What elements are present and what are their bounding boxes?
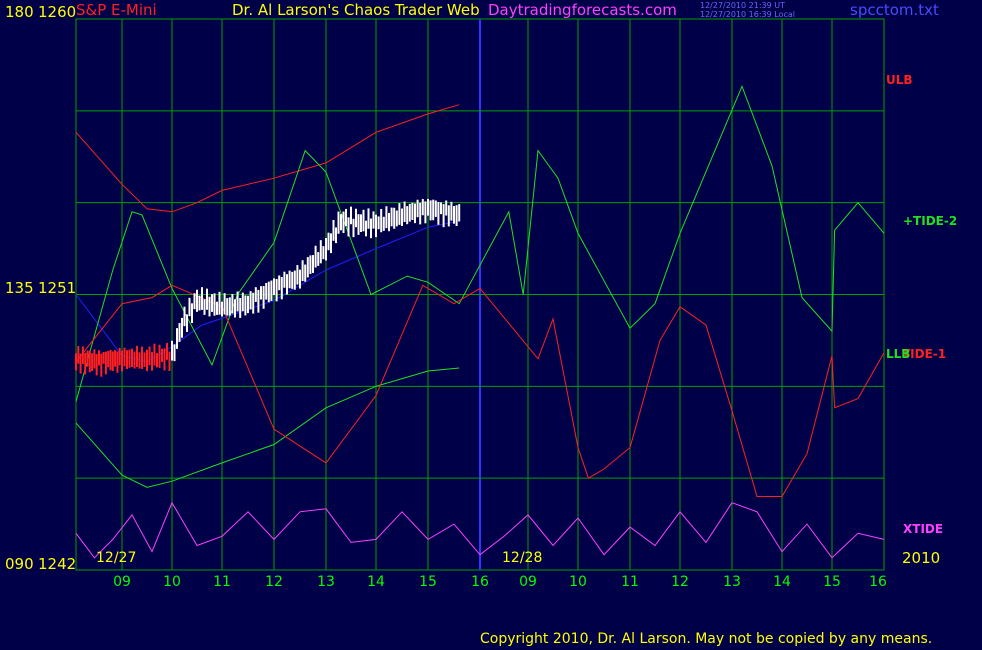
x-tick-label: 11 <box>621 574 639 590</box>
year-label: 2010 <box>902 549 941 567</box>
date-label-day1: 12/27 <box>96 550 137 566</box>
date-label-day2: 12/28 <box>502 550 543 566</box>
legend-ulb: ULB <box>886 73 913 87</box>
chart: 09 10 11 12 13 14 15 16 09 10 11 12 13 14 15 16 <box>75 18 887 590</box>
x-tick-label: 15 <box>823 574 841 590</box>
site-link[interactable]: Daytradingforecasts.com <box>488 3 677 18</box>
legend-xtide: XTIDE <box>903 522 944 536</box>
y-left-top: 180 <box>5 3 34 21</box>
x-tick-label: 11 <box>213 574 231 590</box>
x-tick-label: 10 <box>569 574 587 590</box>
y-left-bottom: 090 <box>5 555 34 573</box>
price-bars <box>75 198 461 377</box>
chart-title: Dr. Al Larson's Chaos Trader Web <box>232 1 480 19</box>
copyright-notice: Copyright 2010, Dr. Al Larson. May not b… <box>480 631 933 647</box>
x-tick-label: 10 <box>163 574 181 590</box>
x-tick-label: 14 <box>773 574 791 590</box>
x-tick-label: 12 <box>671 574 689 590</box>
data-file-name: spcctom.txt <box>850 1 939 19</box>
timestamp-local: 12/27/2010 16:39 Local <box>700 10 795 19</box>
average-line <box>75 220 460 363</box>
symbol-title: S&P E-Mini <box>76 1 157 19</box>
x-tick-labels: 09 10 11 12 13 14 15 16 09 10 11 12 13 14 15 16 <box>113 574 887 590</box>
legend-tide2: +TIDE-2 <box>903 214 958 228</box>
x-tick-label: 14 <box>367 574 385 590</box>
y-left-mid: 135 <box>5 279 34 297</box>
x-tick-label: 12 <box>265 574 283 590</box>
x-tick-label: 16 <box>869 574 887 590</box>
ulb-line <box>75 104 460 213</box>
y-price-mid: 1251 <box>38 279 77 297</box>
x-tick-label: 13 <box>723 574 741 590</box>
x-tick-label: 16 <box>471 574 489 590</box>
y-price-top: 1260 <box>38 3 77 21</box>
legend-llb: LLB <box>886 347 911 361</box>
x-tick-label: 09 <box>113 574 131 590</box>
x-tick-label: 09 <box>519 574 537 590</box>
x-tick-label: 13 <box>317 574 335 590</box>
x-tick-label: 15 <box>419 574 437 590</box>
y-price-bottom: 1242 <box>38 555 77 573</box>
timestamp-ut: 12/27/2010 21:39 UT <box>700 1 785 10</box>
